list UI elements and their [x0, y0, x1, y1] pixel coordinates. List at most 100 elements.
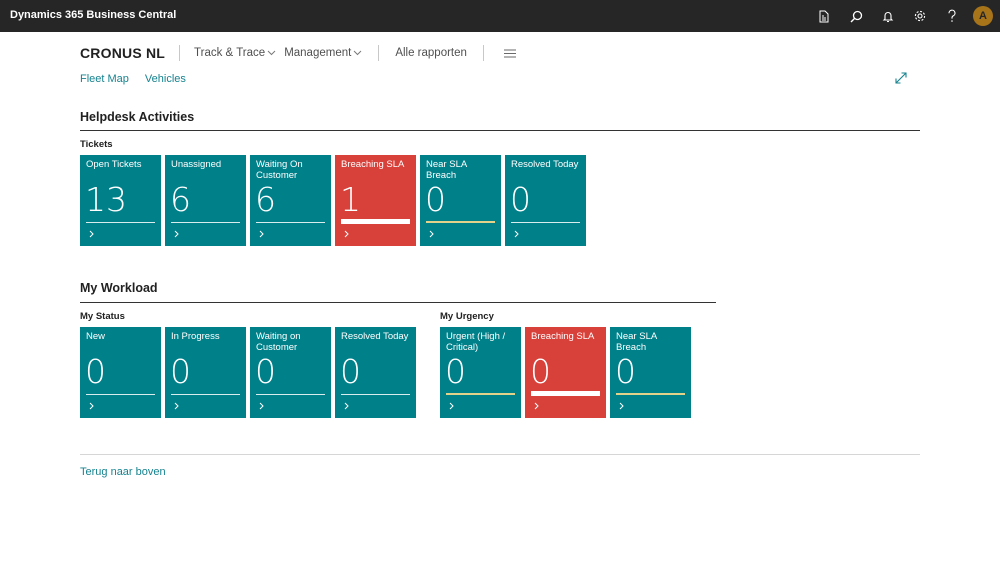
chevron-right-icon	[89, 230, 94, 238]
group-title-my-status: My Status	[80, 311, 125, 322]
group-title-my-urgency: My Urgency	[440, 311, 494, 322]
tile-label: Resolved Today	[511, 159, 579, 170]
help-icon[interactable]	[944, 8, 960, 24]
cue-tile-in-progress[interactable]: In Progress 0	[165, 327, 246, 418]
nav-menu-management[interactable]: Management	[284, 47, 362, 59]
action-bar: Fleet Map Vehicles	[80, 73, 186, 85]
chevron-right-icon	[259, 230, 264, 238]
section-title-workload[interactable]: My Workload	[80, 281, 158, 295]
tile-indicator	[341, 394, 410, 395]
nav-separator	[482, 45, 484, 61]
cue-tile-breaching-sla[interactable]: Breaching SLA 0	[525, 327, 606, 418]
tile-value: 0	[510, 180, 531, 219]
tile-label: Open Tickets	[86, 159, 142, 170]
gear-icon[interactable]	[912, 8, 928, 24]
chevron-right-icon	[429, 230, 434, 238]
tile-value: 0	[425, 180, 446, 219]
app-title[interactable]: Dynamics 365 Business Central	[10, 9, 176, 21]
tile-label: In Progress	[171, 331, 220, 342]
chevron-right-icon	[174, 402, 179, 410]
chevron-right-icon	[174, 230, 179, 238]
tile-indicator	[171, 394, 240, 395]
tile-label: Near SLA Breach	[616, 331, 657, 353]
chevron-right-icon	[619, 402, 624, 410]
company-name[interactable]: CRONUS NL	[80, 45, 165, 61]
app-bar: Dynamics 365 Business Central A	[0, 0, 1000, 32]
tickets-tile-group: Open Tickets 13 Unassigned 6 Waiting On …	[80, 155, 586, 246]
tile-label: Waiting on Customer	[256, 331, 301, 353]
cue-tile-resolved-today[interactable]: Resolved Today 0	[335, 327, 416, 418]
chevron-down-icon	[353, 50, 362, 56]
tile-label: Waiting On Customer	[256, 159, 303, 181]
chevron-down-icon	[267, 50, 276, 56]
nav-menu-track-trace[interactable]: Track & Trace	[194, 47, 276, 59]
tile-value: 0	[170, 352, 191, 391]
bell-icon[interactable]	[880, 8, 896, 24]
action-fleet-map[interactable]: Fleet Map	[80, 73, 129, 85]
cue-tile-open-tickets[interactable]: Open Tickets 13	[80, 155, 161, 246]
tile-indicator	[86, 222, 155, 223]
tile-indicator	[426, 221, 495, 223]
chevron-right-icon	[534, 402, 539, 410]
tile-indicator	[616, 393, 685, 395]
tile-value: 0	[445, 352, 466, 391]
nav-separator	[179, 45, 181, 61]
nav-menu-label: Management	[284, 47, 352, 59]
tile-label: Resolved Today	[341, 331, 409, 342]
tile-indicator	[171, 222, 240, 223]
nav-menu-label: Track & Trace	[194, 47, 266, 59]
tile-value: 6	[255, 180, 276, 219]
tile-value: 0	[340, 352, 361, 391]
tile-label: New	[86, 331, 106, 342]
tile-value: 0	[85, 352, 106, 391]
tile-indicator	[341, 219, 410, 224]
cue-tile-breaching-sla[interactable]: Breaching SLA 1	[335, 155, 416, 246]
tile-label: Urgent (High / Critical)	[446, 331, 506, 353]
tile-indicator	[256, 222, 325, 223]
chevron-right-icon	[514, 230, 519, 238]
cue-tile-resolved-today[interactable]: Resolved Today 0	[505, 155, 586, 246]
tile-label: Near SLA Breach	[426, 159, 467, 181]
cue-tile-waiting-on-customer[interactable]: Waiting On Customer 6	[250, 155, 331, 246]
back-to-top-link[interactable]: Terug naar boven	[80, 466, 166, 478]
chevron-right-icon	[344, 230, 349, 238]
search-icon[interactable]	[848, 8, 864, 24]
hamburger-menu-icon[interactable]	[503, 49, 516, 58]
footer-divider	[80, 454, 920, 455]
cue-tile-waiting-on-customer[interactable]: Waiting on Customer 0	[250, 327, 331, 418]
tile-indicator	[511, 222, 580, 223]
user-avatar[interactable]: A	[973, 6, 993, 26]
chevron-right-icon	[89, 402, 94, 410]
tile-value: 13	[85, 180, 127, 219]
expand-icon[interactable]	[894, 71, 908, 85]
section-divider	[80, 130, 920, 131]
cue-tile-new[interactable]: New 0	[80, 327, 161, 418]
cue-tile-near-sla-breach[interactable]: Near SLA Breach 0	[420, 155, 501, 246]
chevron-right-icon	[259, 402, 264, 410]
tile-indicator	[531, 391, 600, 396]
cue-tile-near-sla-breach[interactable]: Near SLA Breach 0	[610, 327, 691, 418]
urgency-tile-group: Urgent (High / Critical) 0 Breaching SLA…	[440, 327, 691, 418]
section-divider	[80, 302, 716, 303]
tile-value: 0	[615, 352, 636, 391]
tile-value: 1	[340, 180, 361, 219]
nav-menu-label: Alle rapporten	[395, 47, 467, 59]
action-vehicles[interactable]: Vehicles	[145, 73, 186, 85]
section-title-helpdesk[interactable]: Helpdesk Activities	[80, 110, 194, 124]
nav-separator	[378, 45, 380, 61]
cue-tile-unassigned[interactable]: Unassigned 6	[165, 155, 246, 246]
tile-label: Breaching SLA	[531, 331, 595, 342]
cue-tile-urgent[interactable]: Urgent (High / Critical) 0	[440, 327, 521, 418]
chevron-right-icon	[449, 402, 454, 410]
nav-link-all-reports[interactable]: Alle rapporten	[395, 47, 467, 59]
document-icon[interactable]	[816, 8, 832, 24]
tile-value: 6	[170, 180, 191, 219]
group-title-tickets: Tickets	[80, 139, 113, 150]
tile-value: 0	[255, 352, 276, 391]
tile-label: Breaching SLA	[341, 159, 405, 170]
tile-label: Unassigned	[171, 159, 222, 170]
navigation-bar: CRONUS NL Track & Trace Management Alle …	[80, 44, 516, 62]
tile-indicator	[86, 394, 155, 395]
tile-indicator	[446, 393, 515, 395]
chevron-right-icon	[344, 402, 349, 410]
